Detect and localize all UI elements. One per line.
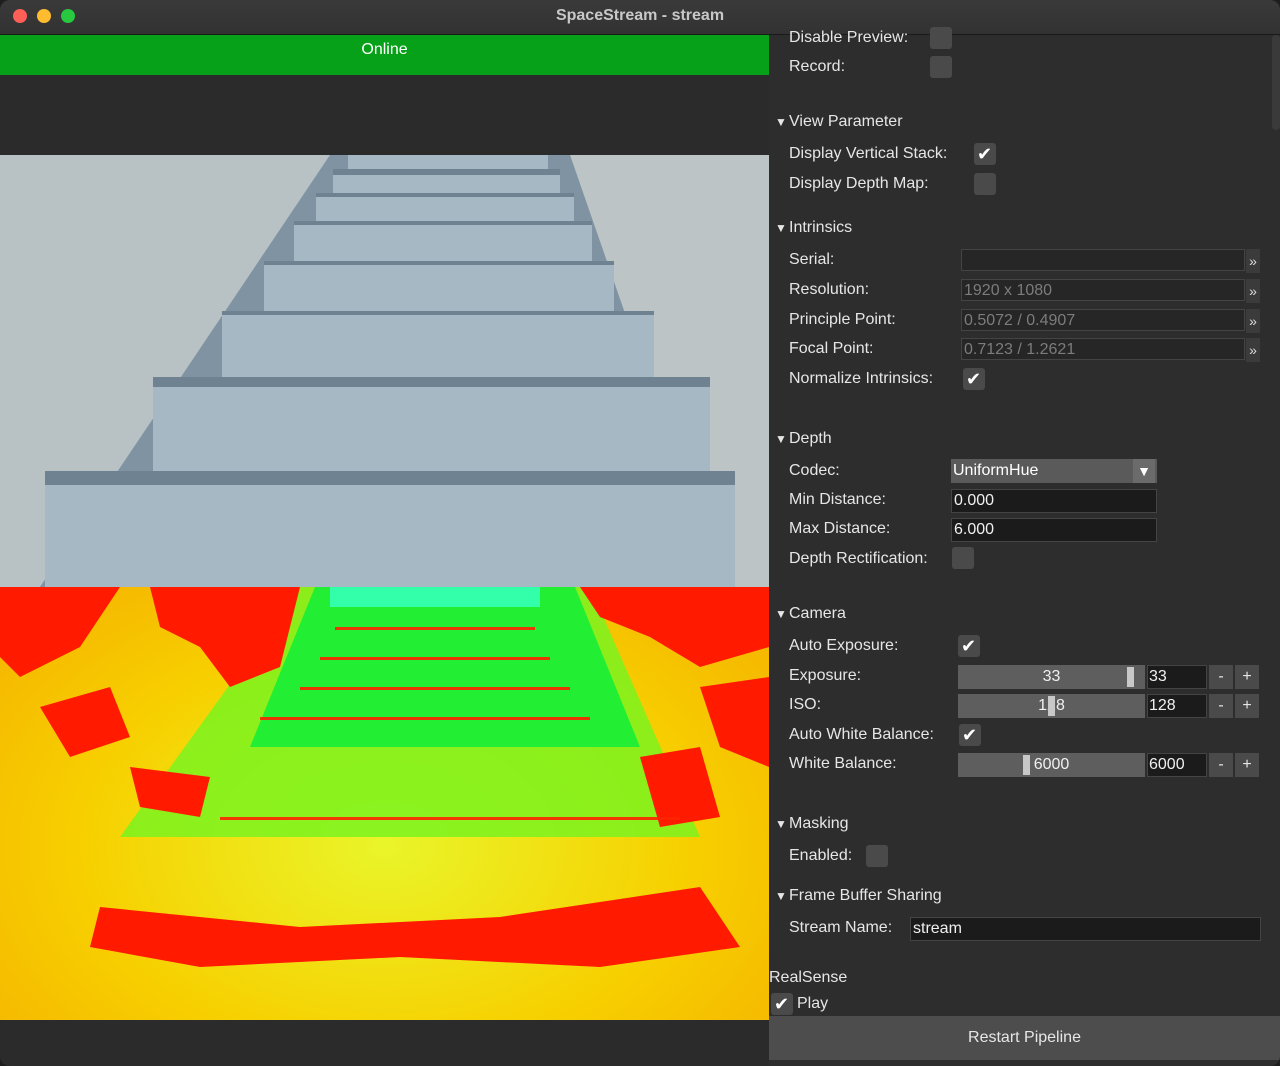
restart-pipeline-button[interactable]: Restart Pipeline — [769, 1016, 1280, 1060]
display-depth-map-checkbox[interactable] — [974, 173, 996, 195]
min-distance-label: Min Distance: — [789, 491, 886, 508]
auto-exposure-checkbox[interactable] — [958, 635, 980, 657]
depth-map-preview-image — [0, 587, 769, 1020]
record-label: Record: — [789, 58, 846, 75]
max-distance-input[interactable]: 6.000 — [951, 518, 1157, 542]
display-vertical-stack-label: Display Vertical Stack: — [789, 145, 948, 162]
masking-enabled-label: Enabled: — [789, 847, 853, 864]
iso-input[interactable]: 128 — [1147, 694, 1207, 718]
exposure-slider-handle[interactable] — [1127, 667, 1134, 687]
focal-point-field[interactable]: 0.7123 / 1.2621 — [961, 338, 1245, 360]
codec-label: Codec: — [789, 462, 840, 479]
principle-point-field[interactable]: 0.5072 / 0.4907 — [961, 309, 1245, 331]
iso-label: ISO: — [789, 696, 822, 713]
iso-slider[interactable]: 128 — [958, 694, 1145, 718]
white-balance-slider-handle[interactable] — [1023, 755, 1030, 775]
white-balance-increment-button[interactable]: + — [1235, 753, 1259, 777]
resolution-more-button[interactable]: » — [1246, 279, 1260, 303]
rgb-preview-image — [0, 155, 769, 587]
auto-white-balance-checkbox[interactable] — [959, 724, 981, 746]
realsense-section-title: RealSense — [769, 969, 848, 986]
white-balance-slider[interactable]: 6000 — [958, 753, 1145, 777]
title-bar: SpaceStream - stream — [0, 0, 1280, 35]
status-banner: Online — [0, 35, 769, 75]
white-balance-input[interactable]: 6000 — [1147, 753, 1207, 777]
display-depth-map-label: Display Depth Map: — [789, 175, 929, 192]
serial-field[interactable] — [961, 249, 1245, 271]
stream-name-label: Stream Name: — [789, 919, 893, 936]
depth-section-header[interactable]: ▼ Depth — [775, 427, 832, 451]
exposure-input[interactable]: 33 — [1147, 665, 1207, 689]
collapse-triangle-icon: ▼ — [775, 221, 787, 235]
white-balance-decrement-button[interactable]: - — [1209, 753, 1233, 777]
exposure-slider[interactable]: 33 — [958, 665, 1145, 689]
view-parameter-section-header[interactable]: ▼ View Parameter — [775, 110, 903, 134]
preview-panel: Online — [0, 35, 769, 1066]
focal-point-label: Focal Point: — [789, 340, 874, 357]
masking-section-header[interactable]: ▼ Masking — [775, 812, 849, 836]
max-distance-label: Max Distance: — [789, 520, 891, 537]
disable-preview-checkbox[interactable] — [930, 27, 952, 49]
intrinsics-section-header[interactable]: ▼ Intrinsics — [775, 216, 852, 240]
display-vertical-stack-checkbox[interactable] — [974, 143, 996, 165]
collapse-triangle-icon: ▼ — [775, 817, 787, 831]
dropdown-arrow-icon: ▼ — [1133, 459, 1155, 483]
iso-decrement-button[interactable]: - — [1209, 694, 1233, 718]
depth-rectification-label: Depth Rectification: — [789, 550, 928, 567]
stream-name-input[interactable]: stream — [910, 917, 1261, 941]
min-distance-input[interactable]: 0.000 — [951, 489, 1157, 513]
resolution-field[interactable]: 1920 x 1080 — [961, 279, 1245, 301]
principle-point-label: Principle Point: — [789, 311, 896, 328]
window-title: SpaceStream - stream — [555, 7, 725, 24]
auto-white-balance-label: Auto White Balance: — [789, 726, 934, 743]
iso-increment-button[interactable]: + — [1235, 694, 1259, 718]
preview-bottom-strip — [0, 1020, 769, 1066]
frame-buffer-sharing-section-header[interactable]: ▼ Frame Buffer Sharing — [775, 884, 942, 908]
serial-label: Serial: — [789, 251, 835, 268]
white-balance-label: White Balance: — [789, 755, 897, 772]
collapse-triangle-icon: ▼ — [775, 432, 787, 446]
iso-slider-handle[interactable] — [1048, 696, 1055, 716]
collapse-triangle-icon: ▼ — [775, 115, 787, 129]
collapse-triangle-icon: ▼ — [775, 607, 787, 621]
settings-scrollbar[interactable] — [1272, 35, 1280, 130]
record-checkbox[interactable] — [930, 56, 952, 78]
play-checkbox[interactable] — [771, 993, 793, 1015]
normalize-intrinsics-checkbox[interactable] — [963, 368, 985, 390]
codec-select[interactable]: UniformHue ▼ — [951, 459, 1157, 483]
exposure-increment-button[interactable]: + — [1235, 665, 1259, 689]
focal-point-more-button[interactable]: » — [1246, 338, 1260, 362]
settings-panel: Disable Preview: Record: ▼ View Parameter… — [769, 27, 1280, 1066]
depth-rectification-checkbox[interactable] — [952, 547, 974, 569]
disable-preview-label: Disable Preview: — [789, 29, 909, 46]
exposure-label: Exposure: — [789, 667, 862, 684]
collapse-triangle-icon: ▼ — [775, 889, 787, 903]
play-label: Play — [797, 995, 829, 1012]
exposure-decrement-button[interactable]: - — [1209, 665, 1233, 689]
principle-point-more-button[interactable]: » — [1246, 309, 1260, 333]
app-window: SpaceStream - stream Online Disable Prev… — [0, 0, 1280, 1066]
camera-section-header[interactable]: ▼ Camera — [775, 602, 846, 626]
normalize-intrinsics-label: Normalize Intrinsics: — [789, 370, 934, 387]
resolution-label: Resolution: — [789, 281, 870, 298]
masking-enabled-checkbox[interactable] — [866, 845, 888, 867]
auto-exposure-label: Auto Exposure: — [789, 637, 899, 654]
serial-more-button[interactable]: » — [1246, 249, 1260, 273]
